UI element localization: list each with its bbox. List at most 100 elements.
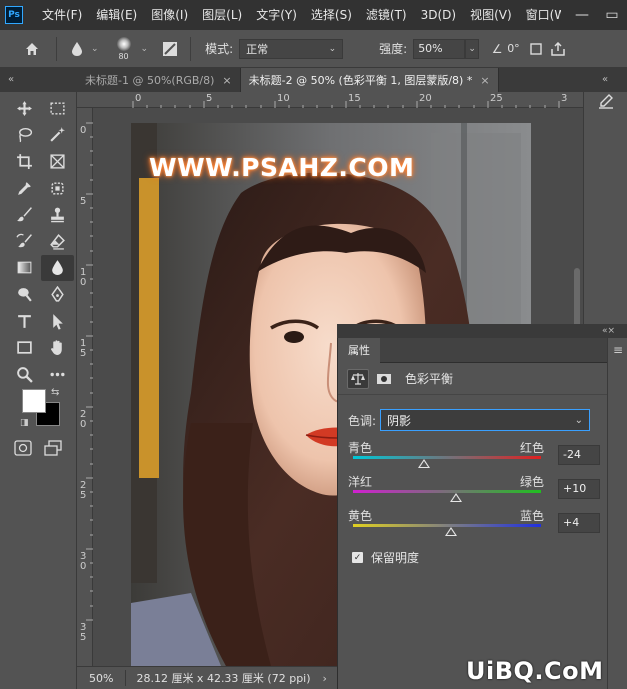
horizontal-ruler-ticks [132, 101, 560, 108]
menu-select[interactable]: 选择(S) [304, 0, 359, 30]
close-icon[interactable]: × [222, 74, 231, 87]
tab-properties[interactable]: 属性 [338, 337, 380, 363]
slider-thumb[interactable] [418, 459, 431, 468]
slider-track[interactable] [353, 456, 541, 459]
chevron-right-icon[interactable]: › [323, 672, 327, 685]
slider-value-input[interactable]: +10 [558, 479, 600, 499]
layer-mask-icon[interactable] [373, 369, 395, 389]
slider-track[interactable] [353, 490, 541, 493]
chevron-down-icon[interactable]: ⌄ [465, 38, 480, 59]
mode-value: 正常 [246, 42, 269, 56]
gradient-tool-icon[interactable] [8, 255, 41, 282]
home-icon[interactable] [18, 35, 46, 63]
strength-field[interactable]: 50% [413, 38, 466, 59]
tab-label: 未标题-2 @ 50% (色彩平衡 1, 图层蒙版/8) * [248, 74, 473, 87]
brush-tool-icon[interactable] [8, 201, 41, 228]
close-icon[interactable]: × [480, 74, 489, 87]
lasso-tool-icon[interactable] [8, 122, 41, 149]
maximize-button[interactable]: ▭ [597, 0, 627, 30]
eraser-tool-icon[interactable] [41, 228, 74, 255]
chevron-down-icon[interactable]: ⌄ [91, 44, 99, 54]
slider-left-label: 青色 [348, 441, 373, 455]
pen-tool-icon[interactable] [41, 281, 74, 308]
menu-edit[interactable]: 编辑(E) [89, 0, 144, 30]
slider-value-input[interactable]: +4 [558, 513, 600, 533]
tone-row: 色调: 阴影 ⌄ [348, 409, 591, 431]
rectangle-tool-icon[interactable] [8, 334, 41, 361]
tab-untitled-1[interactable]: 未标题-1 @ 50%(RGB/8) × [77, 68, 241, 92]
share-icon[interactable] [546, 35, 570, 63]
menu-image[interactable]: 图像(I) [144, 0, 195, 30]
tone-select[interactable]: 阴影 ⌄ [380, 409, 591, 431]
slider-right-label: 红色 [519, 441, 544, 455]
swap-colors-icon[interactable]: ⇆ [51, 387, 59, 398]
default-colors-icon[interactable]: ◨ [20, 418, 29, 428]
cyan-red-slider: 青色 红色 -24 [348, 439, 600, 473]
magic-wand-tool-icon[interactable] [41, 122, 74, 149]
hand-tool-icon[interactable] [41, 334, 74, 361]
slider-value-input[interactable]: -24 [558, 445, 600, 465]
properties-panel-icon[interactable] [594, 92, 618, 112]
move-tool-icon[interactable] [8, 95, 41, 122]
quick-mask-icon[interactable] [14, 440, 32, 459]
menu-3d[interactable]: 3D(D) [414, 0, 463, 30]
brush-settings-icon[interactable] [156, 35, 184, 63]
panel-menu-icon[interactable]: ≡ [608, 343, 627, 357]
preserve-luminosity-label: 保留明度 [371, 551, 420, 565]
screen-mode-icon[interactable] [44, 440, 62, 459]
angle-value[interactable]: 0° [507, 42, 520, 55]
menu-layer[interactable]: 图层(L) [195, 0, 249, 30]
frame-tool-icon[interactable] [41, 148, 74, 175]
panel-icon-strip [583, 92, 627, 327]
document-tabs: 未标题-1 @ 50%(RGB/8) × 未标题-2 @ 50% (色彩平衡 1… [77, 68, 583, 92]
path-selection-tool-icon[interactable] [41, 308, 74, 335]
preserve-luminosity-checkbox[interactable]: ✓ [352, 552, 363, 563]
ruler-label: 5 [206, 93, 213, 104]
properties-collapse-bar[interactable]: «× [337, 324, 627, 338]
menu-file[interactable]: 文件(F) [35, 0, 89, 30]
brush-preset-picker[interactable]: 80 [107, 32, 141, 66]
zoom-tool-icon[interactable] [8, 361, 41, 388]
menu-filter[interactable]: 滤镜(T) [359, 0, 414, 30]
marquee-tool-icon[interactable] [41, 95, 74, 122]
scrollbar-thumb[interactable] [574, 268, 580, 328]
tab-label: 未标题-1 @ 50%(RGB/8) [85, 74, 215, 87]
strength-value: 50% [418, 42, 443, 55]
crop-tool-icon[interactable] [8, 148, 41, 175]
blur-tool-icon[interactable] [41, 254, 74, 282]
photoshop-logo[interactable]: Ps [5, 6, 23, 24]
chevron-down-icon[interactable]: ⌄ [141, 44, 149, 54]
yellow-blue-slider: 黄色 蓝色 +4 [348, 507, 600, 541]
menu-type[interactable]: 文字(Y) [249, 0, 304, 30]
eyedropper-tool-icon[interactable] [8, 175, 41, 202]
tab-untitled-2[interactable]: 未标题-2 @ 50% (色彩平衡 1, 图层蒙版/8) * × [240, 68, 499, 92]
mode-select[interactable]: 正常 ⌄ [239, 38, 344, 59]
clone-stamp-tool-icon[interactable] [41, 201, 74, 228]
slider-thumb[interactable] [450, 493, 463, 502]
balance-scale-icon[interactable] [347, 368, 369, 389]
mode-tools [14, 440, 62, 459]
ruler-label: 3 5 [80, 622, 87, 643]
type-tool-icon[interactable] [8, 308, 41, 335]
history-brush-tool-icon[interactable] [8, 228, 41, 255]
minimize-button[interactable]: — [567, 0, 597, 30]
menu-view[interactable]: 视图(V) [463, 0, 519, 30]
dodge-tool-icon[interactable] [8, 281, 41, 308]
zoom-level[interactable]: 50% [77, 672, 125, 685]
brush-size: 80 [118, 51, 129, 61]
panel-collapse[interactable]: « [583, 68, 627, 92]
properties-scrollbar[interactable]: ≡ [607, 338, 627, 689]
mode-label: 模式: [205, 42, 234, 56]
toolbar-collapse[interactable]: « [0, 68, 77, 92]
foreground-color-swatch[interactable] [22, 389, 46, 413]
spot-healing-tool-icon[interactable] [41, 175, 74, 202]
document-info[interactable]: 28.12 厘米 x 42.33 厘米 (72 ppi) [125, 670, 320, 686]
properties-header: 属性 [338, 337, 607, 363]
slider-right-label: 蓝色 [519, 509, 544, 523]
pressure-icon[interactable] [526, 35, 546, 63]
slider-thumb[interactable] [444, 527, 457, 536]
more-tools-icon[interactable] [41, 361, 74, 388]
blur-tool-preset-icon[interactable] [63, 35, 91, 63]
tone-label: 色调: [348, 413, 377, 428]
slider-right-label: 绿色 [519, 475, 544, 489]
